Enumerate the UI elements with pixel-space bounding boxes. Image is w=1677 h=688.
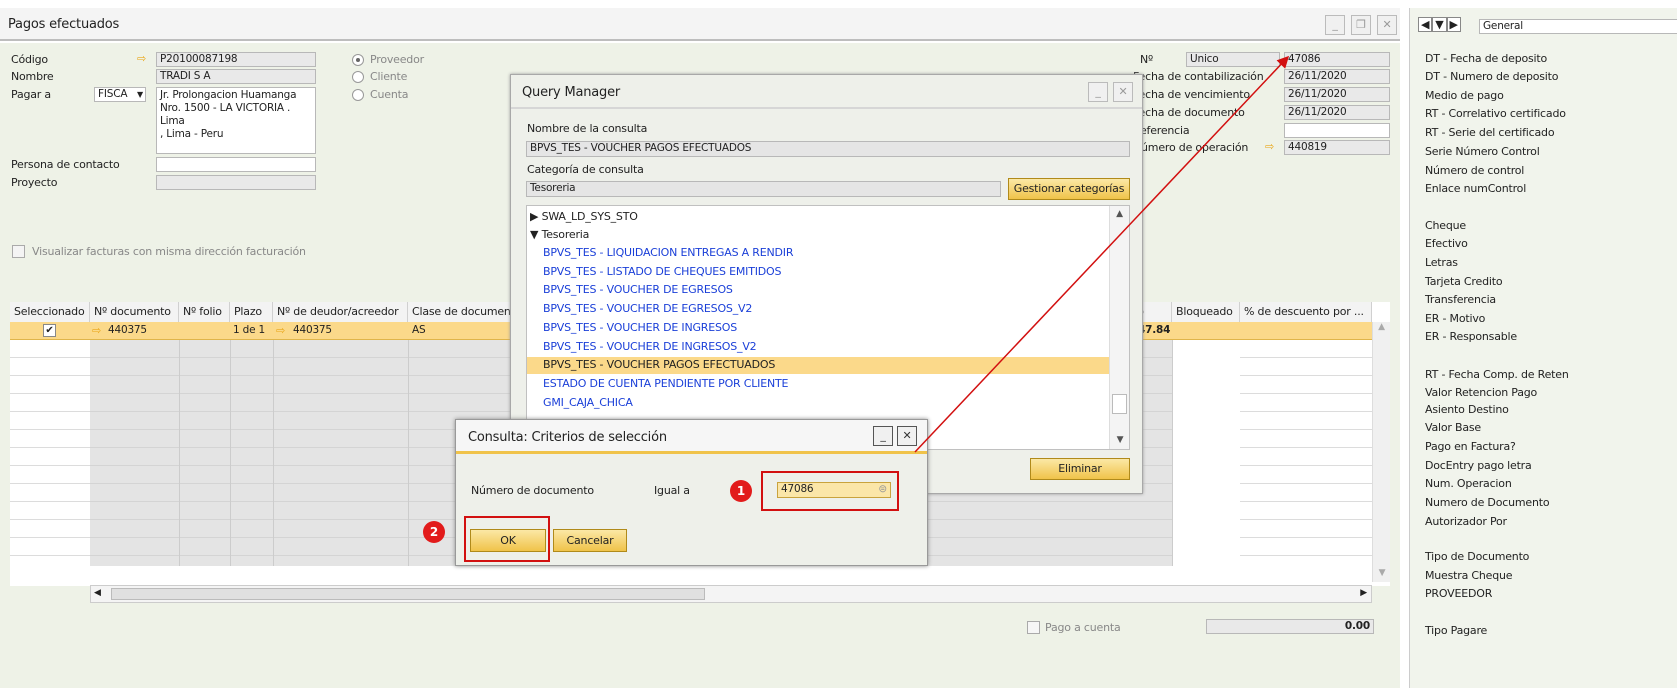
annotation-arrow — [914, 55, 1290, 453]
